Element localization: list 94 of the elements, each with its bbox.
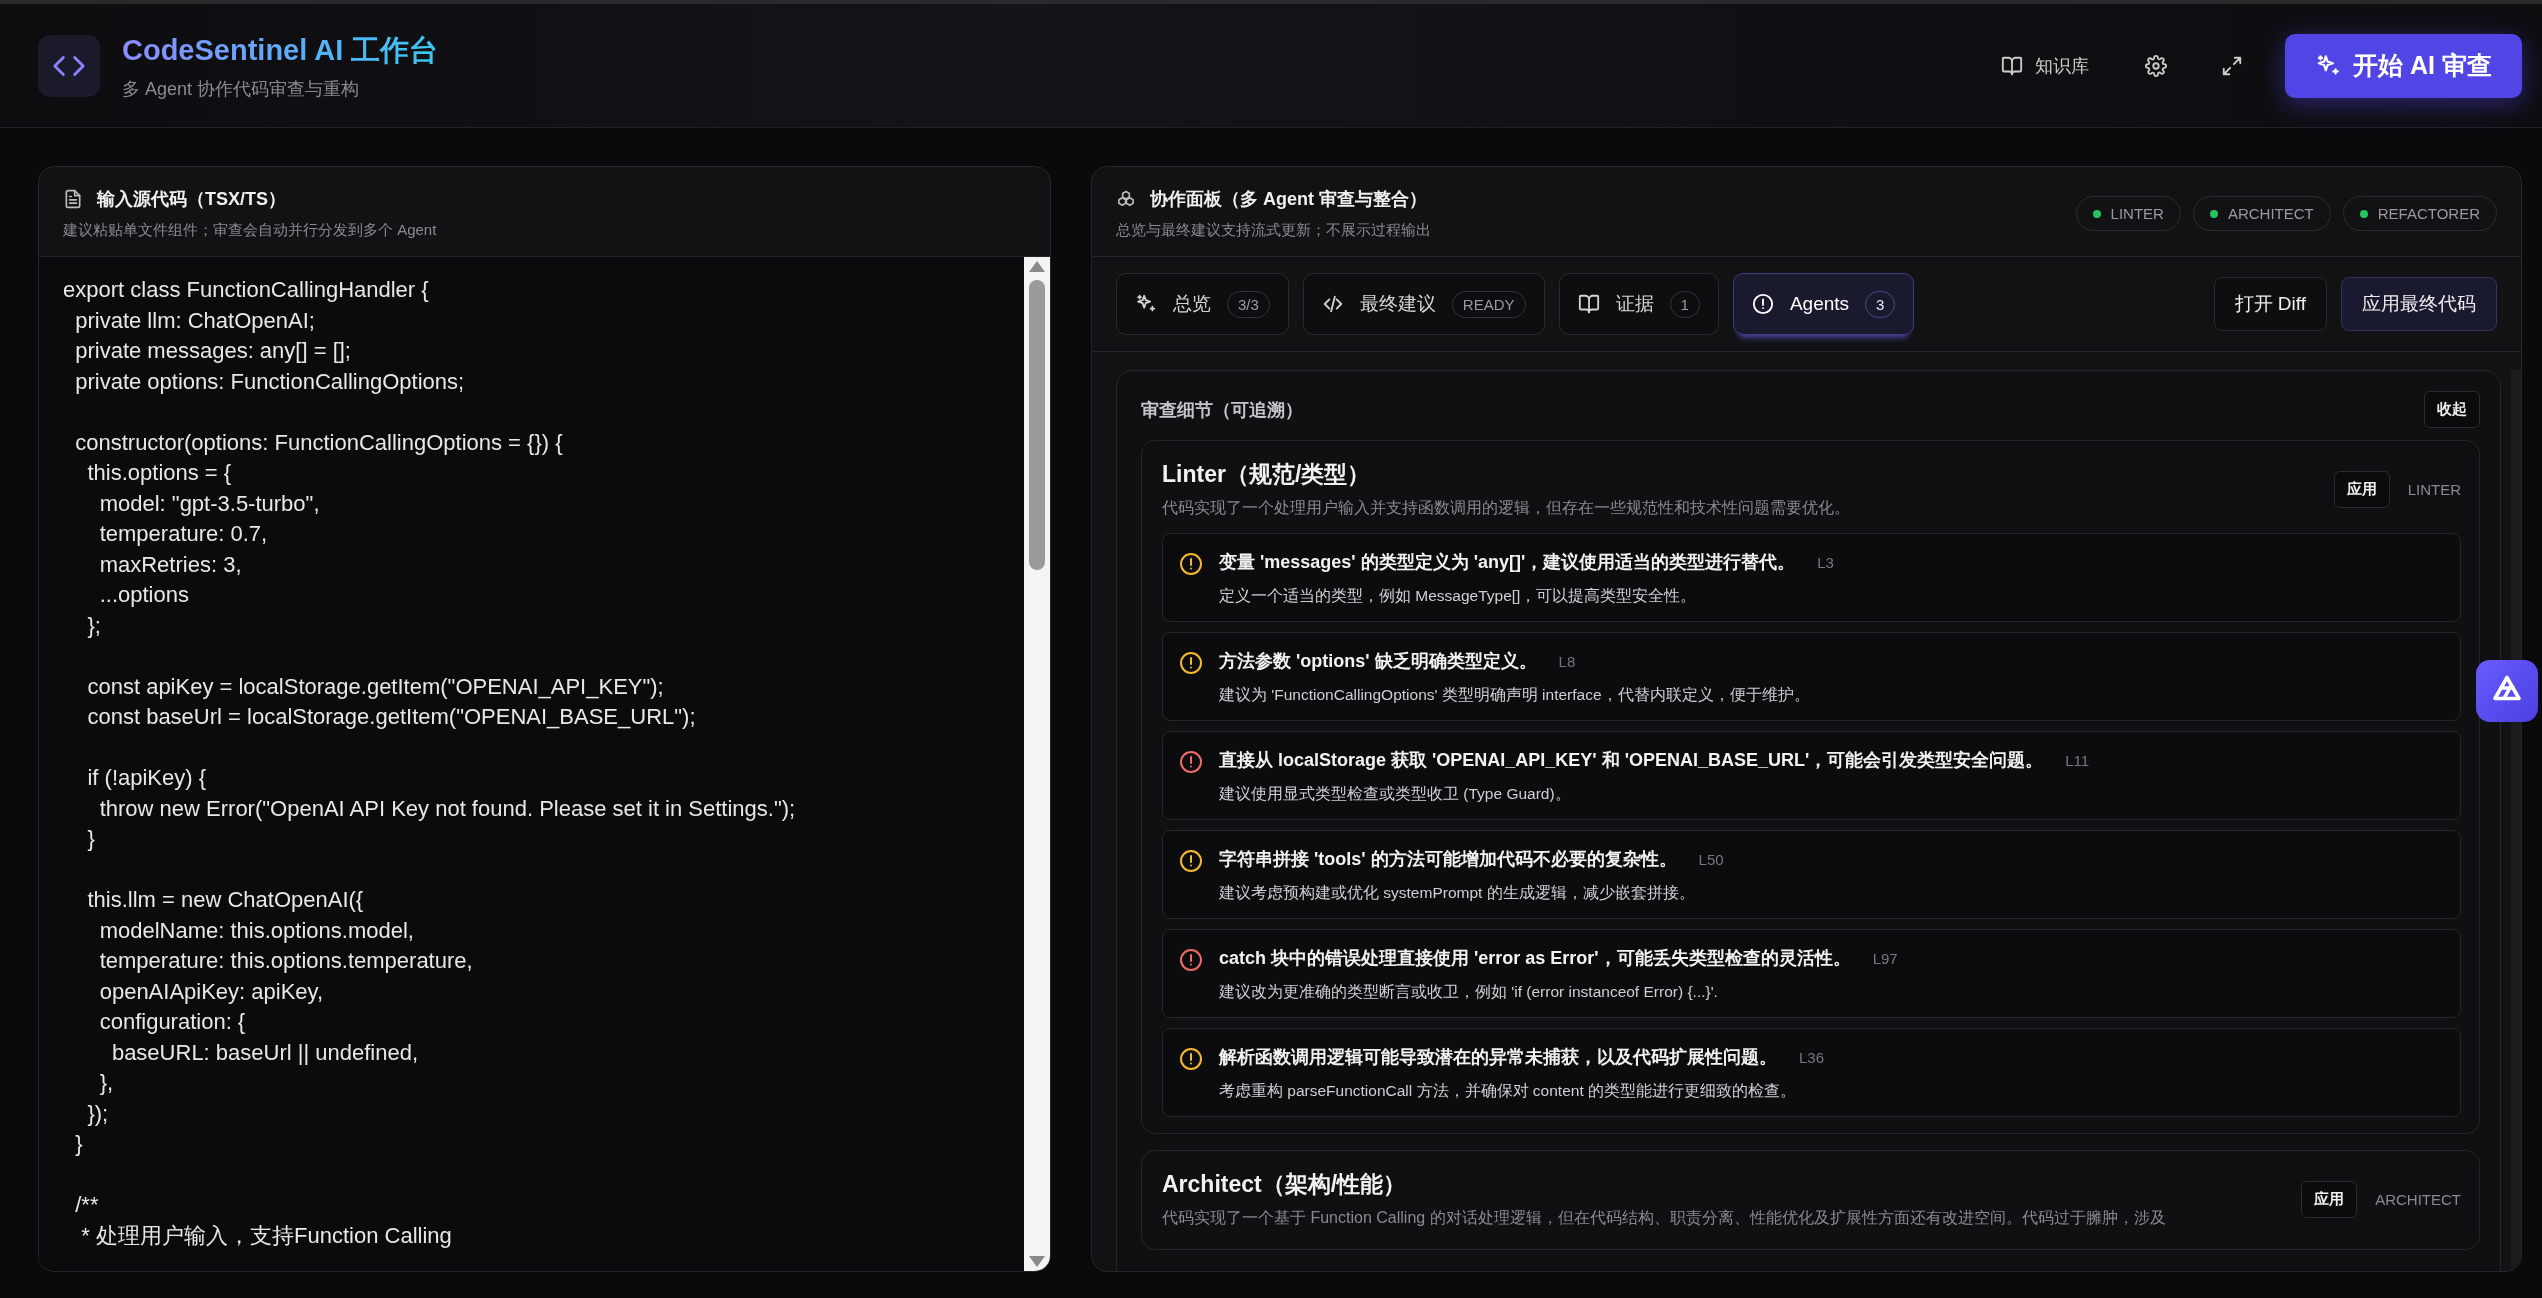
line-reference: L50 [1698, 851, 1724, 868]
code-line: maxRetries: 3, [98, 550, 243, 579]
code-line: constructor(options: FunctionCallingOptions = {}) { [74, 428, 564, 457]
issue-title: 直接从 localStorage 获取 'OPENAI_API_KEY' 和 'OPENAI_BASE_URL'，可能会引发类型安全问题。 [1219, 749, 2044, 772]
code-line: temperature: this.options.temperature, [98, 947, 474, 975]
code-line: } [86, 825, 96, 853]
scrollbar-thumb[interactable] [1029, 280, 1045, 570]
agent-label: ARCHITECT [2227, 205, 2314, 222]
tab-label: 证据 [1615, 292, 1654, 316]
code-line: export class FunctionCallingHandler { [63, 276, 430, 304]
tab-label: Agents [1789, 293, 1850, 315]
agent-label: REFACTORER [2377, 205, 2480, 222]
code-line: }, [98, 1069, 115, 1097]
alert-circle-icon [1751, 293, 1774, 315]
agent-summary: 代码实现了一个处理用户输入并支持函数调用的逻辑，但存在一些规范性和技术性问题需要优化。 [1162, 498, 1850, 518]
issue-suggestion: 建议改为更准确的类型断言或收卫，例如 'if (error instanceof Error) {...}'. [1219, 982, 1719, 1002]
alert-circle-icon [1179, 948, 1203, 972]
start-review-button[interactable]: 开始 AI 审查 [2285, 33, 2522, 98]
code-line: const baseUrl = localStorage.getItem("OPENAI_BASE_URL"); [86, 703, 697, 731]
agent-tag: ARCHITECT [2375, 1190, 2461, 1208]
file-icon [63, 189, 83, 209]
tab[interactable]: 总览 3/3 [1116, 273, 1289, 335]
panel-title: 输入源代码（TSX/TS） [97, 188, 286, 211]
code-line: openAIApiKey: apiKey, [98, 977, 325, 1006]
code-line: private options: FunctionCallingOptions; [74, 367, 466, 396]
scroll-down-arrow[interactable] [1029, 1256, 1045, 1267]
agent-title: Architect（架构/性能） [1162, 1170, 1408, 1199]
code-line: model: "gpt-3.5-turbo", [98, 489, 321, 518]
code-line: * 处理用户输入，支持Function Calling [80, 1221, 453, 1250]
book-icon [2001, 54, 2024, 77]
collapse-button[interactable]: 收起 [2424, 391, 2480, 428]
code-line: }; [86, 611, 102, 640]
code-line: private llm: ChatOpenAI; [74, 306, 316, 335]
issue-suggestion: 定义一个适当的类型，例如 MessageType[]，可以提高类型安全性。 [1219, 586, 1698, 606]
tab[interactable]: Agents 3 [1732, 273, 1915, 335]
tab[interactable]: 最终建议 READY [1302, 273, 1545, 335]
code-line: }); [86, 1099, 110, 1128]
app-subtitle: 多 Agent 协作代码审查与重构 [122, 77, 361, 101]
code-line: modelName: this.options.model, [98, 916, 415, 945]
alert-circle-icon [1179, 552, 1203, 576]
cubes-icon [1116, 189, 1136, 209]
issue-suggestion: 建议为 'FunctionCallingOptions' 类型明确声明 interface，代替内联定义，便于维护。 [1219, 685, 1810, 705]
settings-icon [2145, 54, 2168, 77]
code-icon [1321, 293, 1344, 315]
issue-title: 变量 'messages' 的类型定义为 'any[]'，建议使用适当的类型进行替代。 [1219, 551, 1796, 574]
code-line: configuration: { [98, 1008, 247, 1036]
issue-title: catch 块中的错误处理直接使用 'error as Error'，可能丢失类型检查的灵活性。 [1219, 947, 1851, 970]
agent-summary: 代码实现了一个基于 Function Calling 的对话处理逻辑，但在代码结构、职责分离、性能优化及扩展性方面还有改进空间。代码过于臃肿，涉及 [1162, 1208, 2166, 1228]
panel-subtitle: 建议粘贴单文件组件；审查会自动并行分发到多个 Agent [63, 221, 438, 240]
knowledge-base-button[interactable]: 知识库 [1987, 43, 2104, 88]
line-reference: L8 [1558, 653, 1576, 670]
code-line: /** [74, 1191, 100, 1219]
panel-subtitle: 总览与最终建议支持流式更新；不展示过程输出 [1116, 221, 1431, 240]
issue-title: 解析函数调用逻辑可能导致潜在的异常未捕获，以及代码扩展性问题。 [1219, 1046, 1777, 1069]
scrollbar[interactable] [1024, 257, 1050, 1271]
alert-circle-icon [1179, 651, 1203, 675]
line-reference: L11 [2065, 752, 2090, 769]
tab[interactable]: 证据 1 [1558, 273, 1719, 335]
alert-circle-icon [1179, 750, 1203, 774]
alert-circle-icon [1179, 1047, 1203, 1071]
line-reference: L3 [1817, 554, 1834, 571]
agent-label: LINTER [2110, 205, 2164, 222]
section-title: 审查细节（可追溯） [1141, 398, 1303, 422]
agent-title: Linter（规范/类型） [1162, 460, 1372, 489]
code-line: private messages: any[] = []; [74, 337, 352, 365]
issue-suggestion: 建议使用显式类型检查或类型收卫 (Type Guard)。 [1219, 784, 1572, 804]
issue-title: 方法参数 'options' 缺乏明确类型定义。 [1219, 650, 1537, 673]
tab-label: 总览 [1173, 292, 1211, 316]
book-icon [1577, 293, 1600, 315]
code-line: ...options [98, 581, 190, 609]
agent-tag: LINTER [2407, 480, 2461, 498]
expand-icon [2221, 54, 2244, 77]
issue-suggestion: 考虑重构 parseFunctionCall 方法，并确保对 content 的类型能进行更细致的检查。 [1219, 1081, 1797, 1101]
tab-label: 最终建议 [1359, 292, 1436, 316]
panel-title: 协作面板（多 Agent 审查与整合） [1150, 188, 1427, 211]
code-line: this.options = { [86, 459, 233, 487]
open-diff-button[interactable]: 打开 Diff [2213, 277, 2327, 331]
apply-button[interactable]: 应用 [2301, 1180, 2358, 1218]
code-line: temperature: 0.7, [98, 520, 269, 548]
code-line: this.llm = new ChatOpenAI({ [86, 886, 365, 914]
issue-suggestion: 建议考虑预构建或优化 systemPrompt 的生成逻辑，减少嵌套拼接。 [1219, 883, 1696, 903]
assistant-button[interactable] [2476, 660, 2538, 722]
code-line: throw new Error("OpenAI API Key not found. Please set it in Settings."); [98, 794, 797, 823]
line-reference: L36 [1799, 1049, 1825, 1066]
line-reference: L97 [1872, 950, 1898, 967]
code-line: } [74, 1130, 84, 1158]
code-line: baseURL: baseUrl || undefined, [110, 1038, 420, 1067]
apply-code-button[interactable]: 应用最终代码 [2341, 277, 2497, 331]
scrollbar[interactable] [2511, 370, 2521, 1271]
apply-button[interactable]: 应用 [2333, 470, 2390, 508]
alert-circle-icon [1179, 849, 1203, 873]
code-line: if (!apiKey) { [86, 764, 208, 792]
issue-title: 字符串拼接 'tools' 的方法可能增加代码不必要的复杂性。 [1219, 848, 1677, 871]
code-line: const apiKey = localStorage.getItem("OPENAI_API_KEY"); [86, 672, 665, 701]
